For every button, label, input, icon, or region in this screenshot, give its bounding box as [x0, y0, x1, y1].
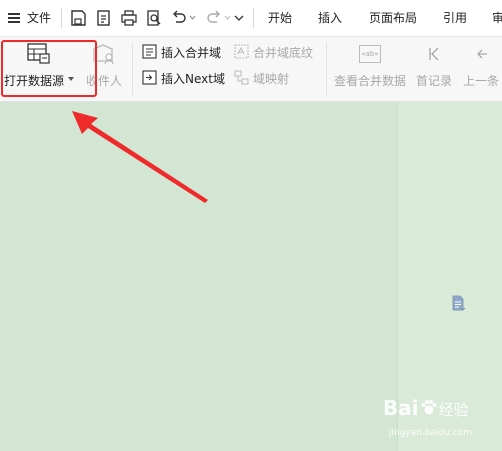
undo-dropdown-icon[interactable]	[189, 15, 196, 21]
customize-toolbar-icon[interactable]	[234, 13, 244, 23]
redo-icon[interactable]	[205, 9, 223, 27]
arrow-left-icon	[477, 49, 487, 59]
view-merged-data-label: 查看合并数据	[334, 74, 407, 88]
ribbon-divider	[326, 43, 327, 95]
redo-dropdown-icon[interactable]	[224, 15, 231, 21]
ribbon-divider	[132, 43, 133, 95]
tab-home[interactable]: 开始	[268, 0, 292, 36]
divider	[61, 8, 62, 28]
watermark-brand: Bai 经验	[383, 396, 469, 420]
menu-bar: 文件 开始 插入 页面布局 引用 审	[0, 0, 502, 37]
merge-field-shading-button[interactable]: 合并域底纹	[232, 43, 320, 61]
abc-field-icon: «ab»	[359, 45, 381, 63]
paragraph-layout-icon[interactable]	[450, 295, 466, 311]
field-mapping-button[interactable]: 域映射	[232, 69, 320, 87]
paw-icon	[421, 400, 437, 415]
view-merged-data-button[interactable]: «ab» 查看合并数据	[332, 37, 408, 101]
insert-merge-field-button[interactable]: 插入合并域	[140, 43, 228, 61]
save-icon[interactable]	[69, 9, 87, 27]
merge-field-shading-label: 合并域底纹	[253, 46, 314, 60]
insert-next-field-button[interactable]: 插入Next域	[140, 69, 228, 87]
print-icon[interactable]	[120, 9, 138, 27]
insert-merge-field-label: 插入合并域	[161, 46, 222, 60]
insert-merge-field-icon	[142, 44, 157, 59]
insert-next-field-icon	[142, 70, 157, 85]
hamburger-menu-icon[interactable]	[8, 13, 20, 23]
watermark-url: jingyan.baidu.com	[389, 428, 473, 438]
watermark: Bai 经验 jingyan.baidu.com	[383, 396, 501, 448]
field-mapping-icon	[234, 70, 249, 85]
first-record-label: 首记录	[416, 74, 453, 88]
export-pdf-icon[interactable]	[95, 9, 113, 27]
tab-references[interactable]: 引用	[443, 0, 467, 36]
previous-record-button[interactable]: 上一条	[460, 37, 502, 101]
divider	[253, 8, 254, 28]
tab-insert[interactable]: 插入	[318, 0, 342, 36]
tab-page-layout[interactable]: 页面布局	[369, 0, 417, 36]
print-preview-icon[interactable]	[145, 9, 163, 27]
first-record-button[interactable]: 首记录	[414, 37, 456, 101]
abc-field-icon-text: «ab»	[361, 50, 379, 58]
first-record-icon	[429, 47, 439, 61]
tab-review[interactable]: 审	[492, 0, 502, 36]
highlight-box	[1, 40, 97, 97]
previous-record-label: 上一条	[463, 74, 500, 88]
insert-next-field-label: 插入Next域	[161, 72, 225, 86]
field-shading-icon	[234, 44, 249, 59]
field-mapping-label: 域映射	[253, 72, 290, 86]
file-menu[interactable]: 文件	[27, 0, 51, 36]
undo-icon[interactable]	[170, 9, 188, 27]
